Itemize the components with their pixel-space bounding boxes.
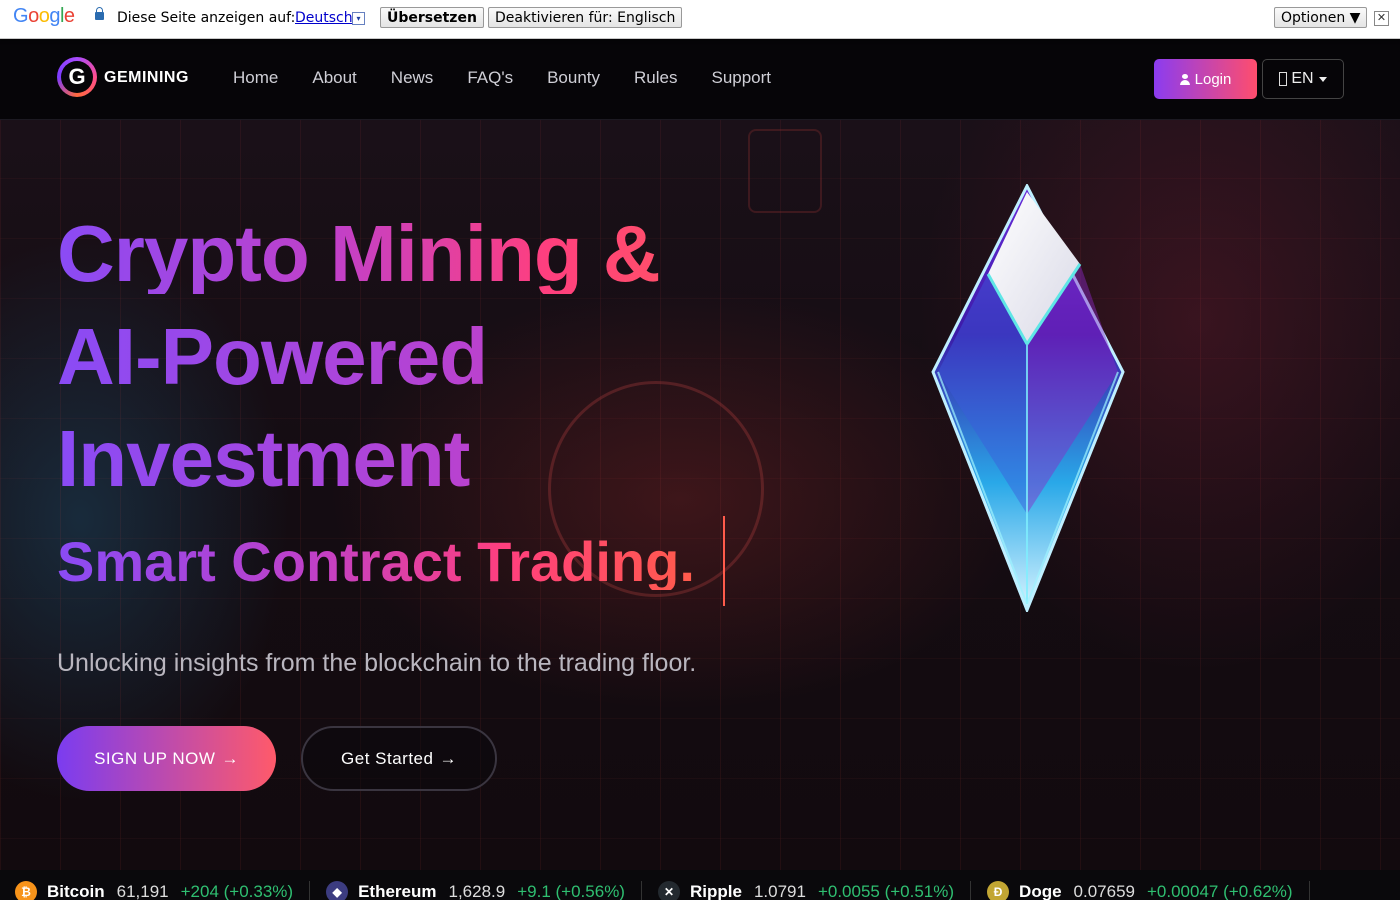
ticker-price: 0.07659 [1073, 882, 1135, 900]
sign-up-button[interactable]: SIGN UP NOW → [57, 726, 276, 791]
get-started-button[interactable]: Get Started → [301, 726, 497, 791]
hero-title-line-3: Investment [57, 419, 757, 499]
globe-icon [1279, 72, 1288, 86]
ticker-change: +0.0055 (+0.51%) [817, 882, 955, 900]
doge-icon: Ð [987, 881, 1010, 900]
ticker-name: Bitcoin [47, 882, 105, 900]
google-logo: Google [13, 5, 75, 27]
arrow-right-icon: → [221, 748, 239, 768]
ticker-item[interactable]: ◆ Ethereum 1,628.9 +9.1 (+0.56%) [310, 881, 642, 900]
language-label: EN [1291, 70, 1314, 87]
nav-link-home[interactable]: Home [233, 68, 278, 88]
ticker-item[interactable]: Ð Doge 0.07659 +0.00047 (+0.62%) [971, 881, 1310, 900]
deactivate-translate-button[interactable]: Deaktivieren für: Englisch [488, 7, 683, 28]
hero-section: Crypto Mining & AI-Powered Investment Sm… [0, 119, 1400, 900]
bitcoin-icon: ₿ [15, 881, 37, 900]
translate-prompt: Diese Seite anzeigen auf: [117, 10, 296, 26]
ticker-item[interactable]: ₿ Bitcoin 61,191 +204 (+0.33%) [0, 881, 311, 900]
typing-cursor [723, 516, 725, 606]
ticker-item[interactable]: ✕ Ripple 1.0791 +0.0055 (+0.51%) [642, 881, 972, 900]
price-ticker: ₿ Bitcoin 61,191 +204 (+0.33%) ◆ Ethereu… [0, 870, 1400, 900]
ticker-name: Ethereum [358, 882, 437, 900]
nav-link-faq[interactable]: FAQ's [467, 68, 513, 88]
lock-icon [95, 7, 104, 20]
ticker-change: +9.1 (+0.56%) [517, 882, 625, 900]
hero-subtitle: Unlocking insights from the blockchain t… [57, 649, 697, 677]
get-started-label: Get Started [341, 748, 434, 768]
close-icon[interactable]: ✕ [1374, 11, 1389, 26]
translate-options-button[interactable]: Optionen ▼ [1274, 7, 1368, 28]
nav-link-rules[interactable]: Rules [634, 68, 677, 88]
ripple-icon: ✕ [657, 881, 680, 900]
arrow-right-icon: → [439, 748, 457, 768]
nav-link-news[interactable]: News [391, 68, 434, 88]
bitcoin-chip-background-icon [748, 129, 822, 213]
logo-letter[interactable]: G [57, 57, 97, 97]
ethereum-icon: ◆ [326, 881, 349, 900]
ticker-change: +0.00047 (+0.62%) [1147, 882, 1293, 900]
brand-name[interactable]: GEMINING [104, 69, 189, 87]
typed-headline: Smart Contract Trading. [57, 530, 695, 593]
translate-bar: Google Diese Seite anzeigen auf: Deutsch… [0, 0, 1400, 39]
caret-down-icon [1318, 76, 1327, 82]
ticker-change: +204 (+0.33%) [180, 882, 294, 900]
nav-link-support[interactable]: Support [711, 68, 771, 88]
hero-title-line-1: Crypto Mining & [57, 214, 757, 294]
nav-links: Home About News FAQ's Bounty Rules Suppo… [233, 68, 805, 88]
language-selector[interactable]: EN [1262, 59, 1344, 99]
ticker-price: 61,191 [116, 882, 169, 900]
translate-button[interactable]: Übersetzen [380, 7, 484, 28]
main-navbar: G GEMINING Home About News FAQ's Bounty … [0, 38, 1400, 120]
ticker-price: 1,628.9 [448, 882, 506, 900]
login-label: Login [1194, 70, 1232, 88]
nav-link-about[interactable]: About [312, 68, 356, 88]
translate-language-link[interactable]: Deutsch [295, 10, 353, 26]
nav-link-bounty[interactable]: Bounty [547, 68, 600, 88]
crystal-gem-icon [931, 184, 1125, 612]
ticker-price: 1.0791 [753, 882, 806, 900]
ticker-name: Ripple [689, 882, 742, 900]
sign-up-label: SIGN UP NOW [94, 748, 216, 768]
login-button[interactable]: Login [1154, 59, 1257, 99]
user-icon [1179, 74, 1190, 85]
language-dropdown-icon[interactable]: ▾ [352, 12, 365, 25]
ticker-name: Doge [1019, 882, 1062, 900]
hero-title-line-2: AI-Powered [57, 317, 757, 397]
